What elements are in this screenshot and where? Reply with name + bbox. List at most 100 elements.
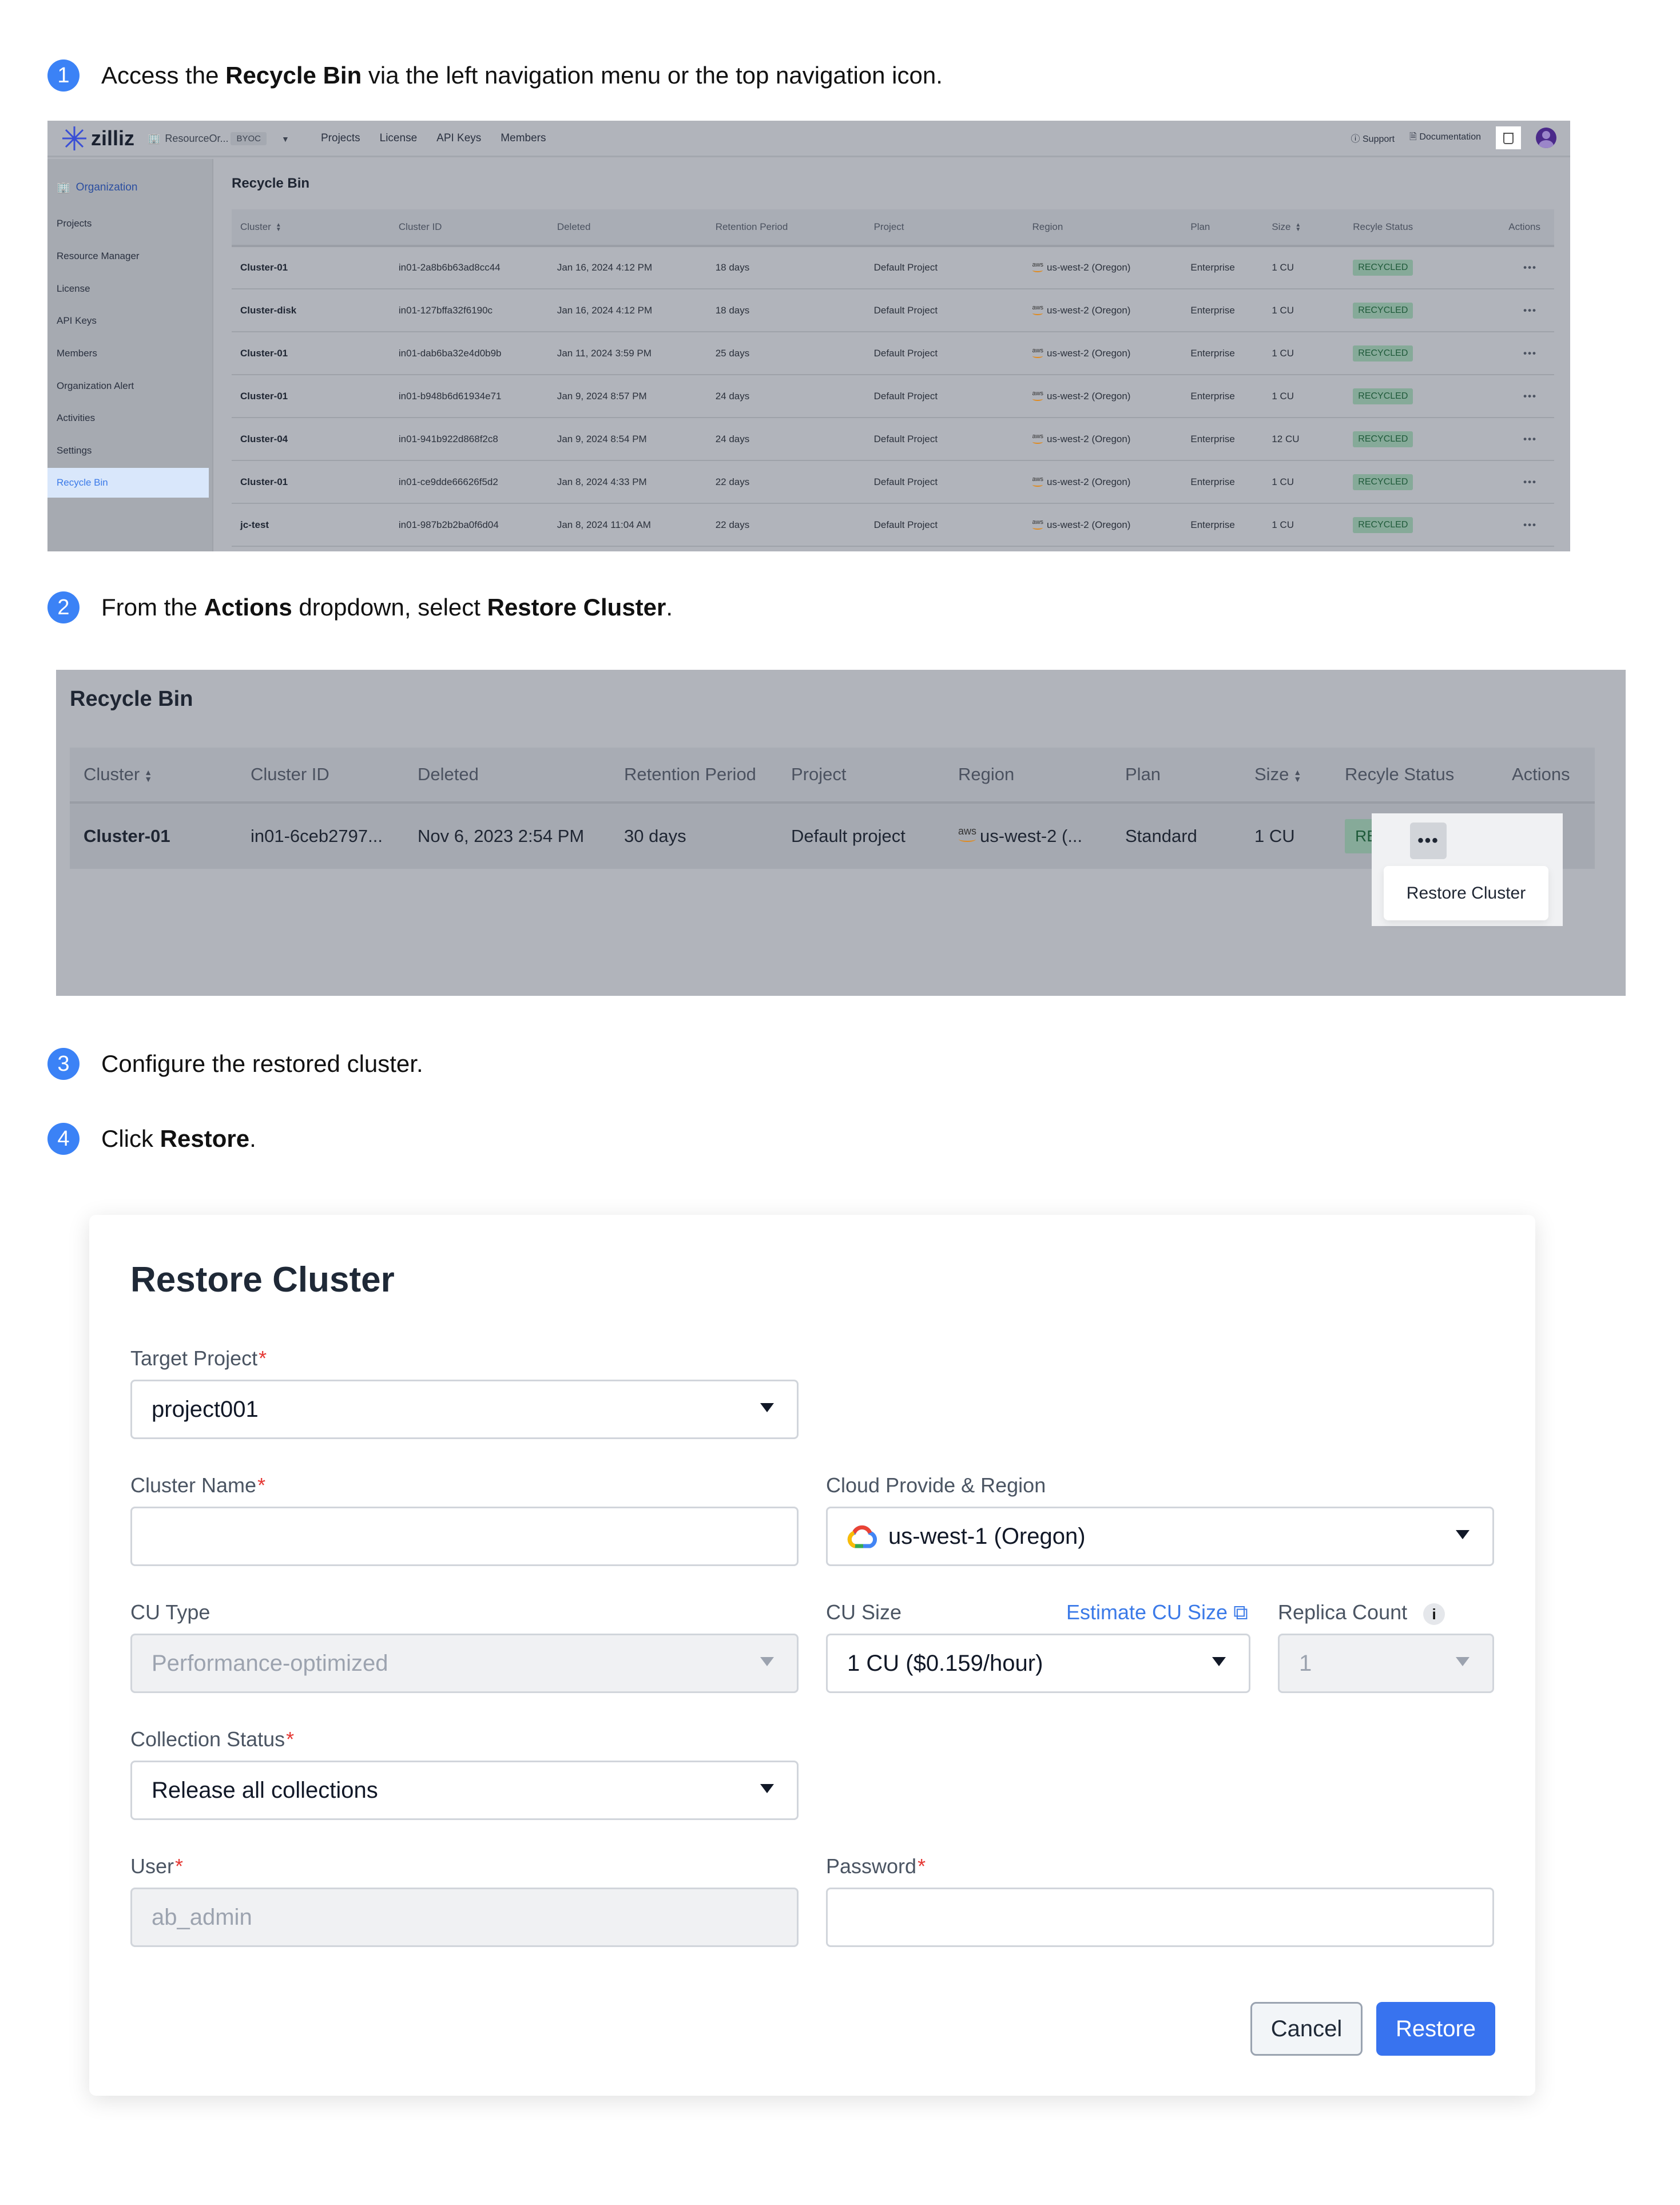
aws-icon: aws <box>1032 390 1044 401</box>
org-switcher[interactable]: 🏢 ResourceOr... BYOC ▼ <box>148 132 289 145</box>
table-header-row: Cluster ▲ ▼ Cluster ID Deleted Retention P… <box>70 748 1595 804</box>
actions-more-button[interactable]: ••• <box>1523 391 1537 402</box>
zilliz-logo[interactable]: zilliz <box>61 125 134 152</box>
cell-deleted: Nov 6, 2023 2:54 PM <box>404 802 610 869</box>
cell-plan: Enterprise <box>1182 332 1264 375</box>
more-horizontal-icon: ••• <box>1417 831 1439 850</box>
aws-icon: aws <box>1032 518 1044 530</box>
actions-more-button[interactable]: ••• <box>1523 262 1537 273</box>
col-cluster[interactable]: Cluster ▲ ▼ <box>232 209 390 247</box>
col-status: Recyle Status <box>1344 209 1500 247</box>
documentation-link[interactable]: 🗎 Documentation <box>1409 130 1481 146</box>
user-avatar[interactable] <box>1536 128 1556 148</box>
step-4-heading: 4 Click Restore. <box>47 1123 256 1155</box>
sort-icon: ▲ ▼ <box>275 221 281 233</box>
sidebar-item-projects[interactable]: Projects <box>57 218 92 229</box>
cell-id: in01-2a8b6b63ad8cc44 <box>390 246 549 289</box>
document-icon: 🗎 <box>1409 132 1417 142</box>
actions-more-button[interactable]: ••• <box>1523 348 1537 359</box>
cell-region: aws us-west-2 (... <box>944 802 1111 869</box>
cell-cluster-id: in01-6ceb2797... <box>237 802 404 869</box>
cell-cluster[interactable]: Cluster-04 <box>232 418 390 461</box>
sidebar-item-settings[interactable]: Settings <box>57 445 92 456</box>
cu-size-select[interactable]: 1 CU ($0.159/hour) <box>826 1634 1250 1693</box>
col-region: Region <box>944 748 1111 804</box>
col-region: Region <box>1023 209 1182 247</box>
step-number: 2 <box>47 591 80 623</box>
col-size[interactable]: Size ▲ ▼ <box>1263 209 1345 247</box>
cell-region: aws us-west-2 (Oregon) <box>1023 289 1182 332</box>
caret-down-icon <box>1456 1530 1469 1539</box>
actions-more-button[interactable]: ••• <box>1523 476 1537 487</box>
page-title: Recycle Bin <box>232 176 310 191</box>
sidebar-item-activities[interactable]: Activities <box>57 412 95 424</box>
aws-icon: aws <box>1032 261 1044 272</box>
step-number: 3 <box>47 1048 80 1080</box>
sidebar-item-organization-alert[interactable]: Organization Alert <box>57 380 134 392</box>
info-icon[interactable]: i <box>1423 1603 1445 1625</box>
table-row: Cluster-01 in01-dab6ba32e4d0b9b Jan 11, 20… <box>232 332 1554 375</box>
cell-project: Default Project <box>865 332 1024 375</box>
cell-cluster[interactable]: Cluster-disk <box>232 289 390 332</box>
cell-region: aws us-west-2 (Oregon) <box>1023 503 1182 547</box>
sidebar-item-recycle-bin[interactable]: Recycle Bin <box>47 468 209 498</box>
cell-cluster[interactable]: jc-test <box>232 503 390 547</box>
sidebar-item-license[interactable]: License <box>57 283 90 295</box>
aws-icon: aws <box>1032 304 1044 315</box>
collection-status-select[interactable]: Release all collections <box>130 1761 799 1820</box>
menu-item-restore-cluster[interactable]: Restore Cluster <box>1384 866 1548 920</box>
actions-more-button[interactable]: ••• <box>1523 305 1537 316</box>
cell-cluster[interactable]: Cluster-01 <box>70 802 237 869</box>
building-icon: 🏢 <box>57 182 70 194</box>
cell-deleted: Jan 16, 2024 4:12 PM <box>548 289 707 332</box>
support-link[interactable]: ⓘ Support <box>1351 131 1395 145</box>
nav-projects[interactable]: Projects <box>321 132 360 145</box>
help-circle-icon: ⓘ <box>1351 134 1360 144</box>
cloud-region-select[interactable]: us-west-1 (Oregon) <box>826 1507 1494 1566</box>
cell-id: in01-941b922d868f2c8 <box>390 418 549 461</box>
cancel-button[interactable]: Cancel <box>1250 2002 1363 2056</box>
cell-actions: ••• <box>1500 246 1554 289</box>
cell-region: aws us-west-2 (Oregon) <box>1023 332 1182 375</box>
nav-members[interactable]: Members <box>501 132 546 145</box>
sort-icon: ▲ ▼ <box>1295 221 1301 233</box>
sidebar-org-header[interactable]: 🏢 Organization <box>57 181 137 194</box>
cell-cluster[interactable]: Cluster-01 <box>232 332 390 375</box>
nav-license[interactable]: License <box>380 132 418 145</box>
table-row: jc-test in01-987b2b2ba0f6d04 Jan 8, 2024 1… <box>232 503 1554 547</box>
cell-size: 1 CU <box>1241 802 1331 869</box>
restore-button[interactable]: Restore <box>1376 2002 1495 2056</box>
step-number: 1 <box>47 59 80 92</box>
top-nav-links: Projects License API Keys Members <box>321 132 546 145</box>
password-input[interactable] <box>826 1888 1494 1947</box>
actions-more-button[interactable]: ••• <box>1410 823 1447 859</box>
cell-cluster[interactable]: Cluster-01 <box>232 246 390 289</box>
cell-cluster[interactable]: Cluster-01 <box>232 460 390 504</box>
caret-down-icon <box>760 1657 774 1666</box>
sidebar-item-members[interactable]: Members <box>57 348 97 359</box>
cell-deleted: Jan 8, 2024 11:04 AM <box>548 503 707 547</box>
status-badge: RECYCLED <box>1353 431 1413 447</box>
cell-size: 1 CU <box>1263 460 1345 504</box>
sidebar-item-api-keys[interactable]: API Keys <box>57 315 97 327</box>
cell-deleted: Jan 8, 2024 4:33 PM <box>548 460 707 504</box>
cell-size: 1 CU <box>1263 503 1345 547</box>
cell-size: 1 CU <box>1263 246 1345 289</box>
cell-id: in01-987b2b2ba0f6d04 <box>390 503 549 547</box>
step-1-heading: 1 Access the Recycle Bin via the left na… <box>47 59 943 92</box>
cell-deleted: Jan 9, 2024 8:54 PM <box>548 418 707 461</box>
cell-cluster[interactable]: Cluster-01 <box>232 375 390 418</box>
nav-api-keys[interactable]: API Keys <box>436 132 481 145</box>
caret-down-icon <box>1456 1657 1469 1666</box>
cluster-name-input[interactable] <box>130 1507 799 1566</box>
recycle-bin-button[interactable] <box>1496 126 1521 149</box>
actions-more-button[interactable]: ••• <box>1523 519 1537 530</box>
col-cluster-id: Cluster ID <box>237 748 404 804</box>
col-cluster[interactable]: Cluster ▲ ▼ <box>70 748 237 804</box>
estimate-cu-size-link[interactable]: Estimate CU Size ⧉ <box>1066 1600 1248 1625</box>
cell-status: RECYCLED <box>1344 460 1500 504</box>
col-size[interactable]: Size ▲ ▼ <box>1241 748 1331 804</box>
sidebar-item-resource-manager[interactable]: Resource Manager <box>57 251 140 262</box>
actions-more-button[interactable]: ••• <box>1523 434 1537 444</box>
target-project-select[interactable]: project001 <box>130 1380 799 1439</box>
